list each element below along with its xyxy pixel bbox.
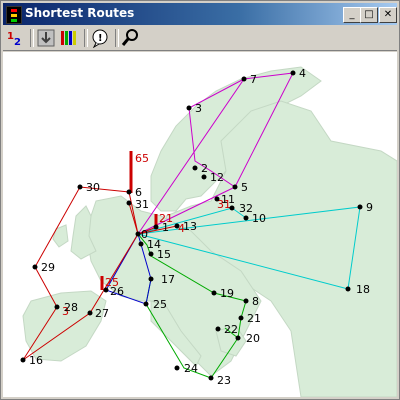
node-label-4: 4 bbox=[299, 67, 306, 80]
node-dot bbox=[143, 301, 149, 307]
node-dot bbox=[192, 165, 198, 171]
node-dot bbox=[215, 326, 221, 332]
node-dot bbox=[174, 223, 180, 229]
bars-tool[interactable] bbox=[59, 28, 79, 48]
close-button[interactable]: ✕ bbox=[379, 7, 397, 23]
node-dot bbox=[153, 224, 159, 230]
node-dot bbox=[148, 251, 154, 257]
node-label-1: 1 bbox=[162, 221, 169, 234]
app-window: Shortest Routes _ □ ✕ 1 2 ! 65 21 25 31 … bbox=[0, 0, 400, 400]
node-dot bbox=[148, 276, 154, 282]
node-label-22: 22 bbox=[224, 323, 238, 336]
svg-text:!: ! bbox=[98, 33, 103, 44]
traffic-light-icon bbox=[6, 6, 22, 24]
numbering-tool[interactable]: 1 2 bbox=[6, 28, 26, 48]
info-tool[interactable]: ! bbox=[90, 28, 110, 49]
node-dot bbox=[345, 286, 351, 292]
node-dot bbox=[126, 189, 132, 195]
node-dot bbox=[241, 76, 247, 82]
minimize-button[interactable]: _ bbox=[343, 7, 361, 23]
node-label-25: 25 bbox=[153, 298, 167, 311]
node-dot bbox=[357, 204, 363, 210]
node-dot bbox=[138, 241, 144, 247]
node-dot bbox=[214, 196, 220, 202]
info-icon: ! bbox=[92, 29, 108, 49]
node-label-5: 5 bbox=[241, 181, 248, 194]
arrow-down-icon bbox=[37, 29, 55, 47]
magnifier-icon bbox=[121, 29, 138, 46]
node-label-32: 32 bbox=[239, 202, 253, 215]
bar-chart-icon bbox=[61, 31, 76, 45]
marker-label-65: 65 bbox=[135, 152, 149, 165]
node-label-27: 27 bbox=[95, 307, 109, 320]
maximize-button[interactable]: □ bbox=[360, 7, 378, 23]
map-canvas[interactable]: 65 21 25 31 4 3 0 1 2 3 4 5 6 7 8 9 10 1… bbox=[3, 52, 397, 397]
download-tool[interactable] bbox=[36, 28, 56, 48]
node-label-12: 12 bbox=[210, 171, 224, 184]
node-label-11: 11 bbox=[221, 193, 235, 206]
node-label-2: 2 bbox=[201, 162, 208, 175]
node-label-7: 7 bbox=[250, 73, 257, 86]
svg-text:1: 1 bbox=[7, 31, 14, 42]
node-label-18: 18 bbox=[356, 283, 370, 296]
node-dot bbox=[229, 205, 235, 211]
node-label-13: 13 bbox=[183, 220, 197, 233]
node-dot bbox=[103, 287, 109, 293]
node-label-8: 8 bbox=[252, 295, 259, 308]
node-dot bbox=[20, 357, 26, 363]
node-label-9: 9 bbox=[366, 201, 373, 214]
window-title: Shortest Routes bbox=[25, 6, 135, 20]
node-dot bbox=[126, 200, 132, 206]
node-label-10: 10 bbox=[252, 212, 266, 225]
node-dot bbox=[232, 184, 238, 190]
search-tool[interactable] bbox=[121, 28, 141, 48]
node-label-31: 31 bbox=[135, 198, 149, 211]
node-label-29: 29 bbox=[41, 261, 55, 274]
numbering-icon: 1 2 bbox=[7, 31, 21, 48]
land-area bbox=[22, 66, 397, 397]
toolbar: 1 2 ! bbox=[3, 26, 397, 51]
node-label-23: 23 bbox=[217, 374, 231, 387]
node-dot bbox=[77, 184, 83, 190]
node-label-21: 21 bbox=[247, 312, 261, 325]
node-label-19: 19 bbox=[220, 287, 234, 300]
node-label-17: 17 bbox=[161, 273, 175, 286]
node-dot bbox=[290, 70, 296, 76]
node-label-28: 28 bbox=[64, 301, 78, 314]
node-label-30: 30 bbox=[86, 181, 100, 194]
node-dot bbox=[174, 365, 180, 371]
node-label-20: 20 bbox=[246, 332, 260, 345]
europe-map: 65 21 25 31 4 3 0 1 2 3 4 5 6 7 8 9 10 1… bbox=[20, 66, 397, 397]
node-dot bbox=[238, 315, 244, 321]
node-label-3: 3 bbox=[195, 102, 202, 115]
node-dot bbox=[32, 264, 38, 270]
toolbar-separator bbox=[30, 29, 34, 47]
node-label-24: 24 bbox=[184, 362, 198, 375]
node-dot bbox=[54, 304, 60, 310]
node-dot bbox=[243, 215, 249, 221]
node-dot bbox=[243, 298, 249, 304]
title-bar: Shortest Routes _ □ ✕ bbox=[3, 3, 397, 25]
node-label-16: 16 bbox=[29, 354, 43, 367]
node-dot bbox=[186, 105, 192, 111]
node-dot bbox=[211, 290, 217, 296]
node-label-26: 26 bbox=[110, 285, 124, 298]
toolbar-separator bbox=[115, 29, 119, 47]
node-dot bbox=[208, 375, 214, 381]
node-dot bbox=[135, 231, 141, 237]
node-dot bbox=[87, 310, 93, 316]
node-dot bbox=[235, 335, 241, 341]
node-label-15: 15 bbox=[157, 248, 171, 261]
svg-text:2: 2 bbox=[14, 37, 21, 48]
node-dot bbox=[201, 174, 207, 180]
toolbar-separator bbox=[84, 29, 88, 47]
